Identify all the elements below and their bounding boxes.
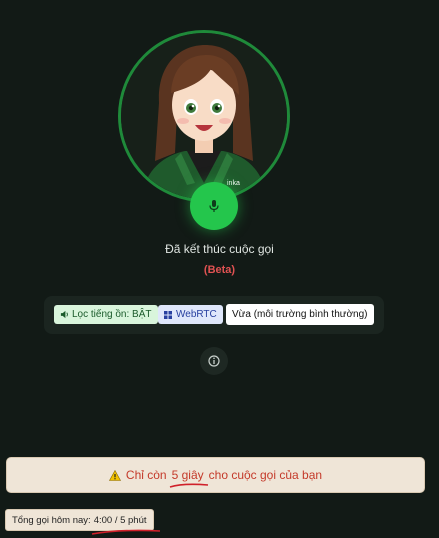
- warning-icon: [108, 469, 121, 481]
- usage-value-wrap: 4:00 / 5 phút: [91, 514, 160, 535]
- beta-badge: (Beta): [203, 264, 236, 276]
- daily-usage-box: Tổng gọi hôm nay: 4:00 / 5 phút: [5, 509, 160, 535]
- warning-suffix: cho cuộc gọi của bạn: [208, 468, 323, 482]
- call-status-text: Đã kết thúc cuộc gọi: [165, 242, 274, 256]
- chevron-down-icon: [367, 314, 368, 315]
- speaker-icon: [60, 310, 68, 319]
- red-underline-mark-usage: [91, 529, 160, 535]
- avatar: inka: [118, 30, 290, 202]
- usage-label: Tổng gọi hôm nay:: [12, 514, 91, 526]
- woman-avatar-icon: inka: [121, 33, 287, 199]
- usage-value: 4:00 / 5 phút: [93, 514, 147, 526]
- noise-filter-toggle[interactable]: Lọc tiếng ồn: BẬT: [54, 305, 158, 324]
- mode-selected-value: Vừa (môi trường bình thường): [232, 309, 368, 320]
- time-warning-banner: Chỉ còn 5 giây cho cuộc gọi của bạn: [6, 457, 425, 493]
- noise-mode-select[interactable]: Vừa (môi trường bình thường): [226, 304, 374, 325]
- warning-highlight: 5 giây: [169, 468, 208, 488]
- webrtc-label: WebRTC: [176, 309, 217, 320]
- call-settings-toolbar: Lọc tiếng ồn: BẬT WebRTC Vừa (môi trường…: [44, 296, 384, 334]
- mic-button[interactable]: [190, 182, 238, 230]
- red-underline-mark: [169, 483, 208, 488]
- jacket-text: inka: [227, 180, 240, 187]
- webrtc-button[interactable]: WebRTC: [158, 305, 223, 324]
- noise-filter-label: Lọc tiếng ồn: BẬT: [72, 309, 152, 320]
- info-button[interactable]: [200, 347, 228, 375]
- warning-highlight-text: 5 giây: [171, 468, 204, 482]
- microphone-icon: [209, 200, 219, 212]
- warning-prefix: Chỉ còn: [125, 468, 167, 482]
- info-icon: [208, 355, 220, 367]
- grid-icon: [164, 310, 172, 319]
